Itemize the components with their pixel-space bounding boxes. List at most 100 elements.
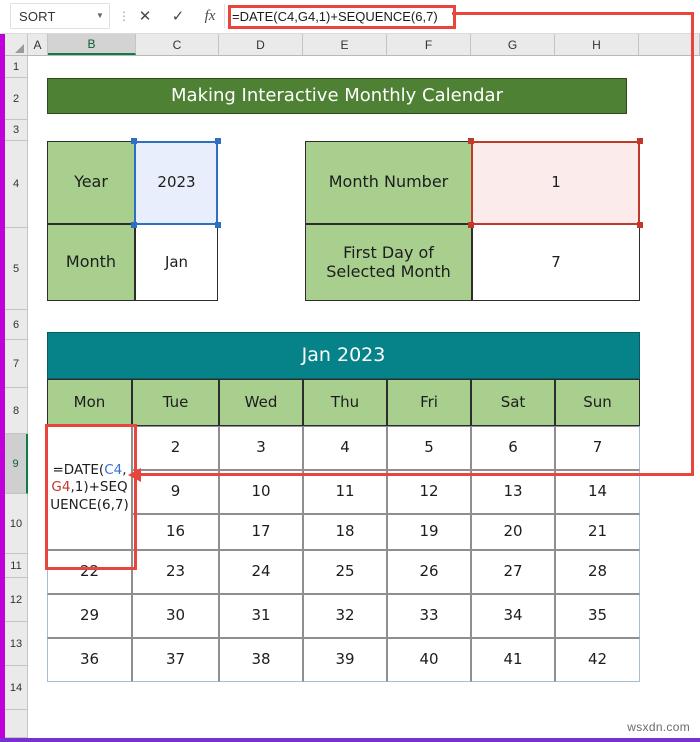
calendar-cell[interactable]: 35 — [555, 594, 640, 638]
calendar-cell[interactable]: 14 — [555, 470, 640, 514]
calendar-cell[interactable]: 2 — [132, 426, 219, 470]
selection-handle-red-tl[interactable] — [468, 138, 474, 144]
calendar-cell[interactable]: 16 — [132, 514, 219, 550]
editing-cell-b9[interactable]: =DATE(C4,G4,1)+SEQUENCE(6,7) — [47, 426, 132, 550]
column-header-a[interactable]: A — [28, 34, 48, 55]
calendar-cell[interactable]: 26 — [387, 550, 471, 594]
calendar-cell[interactable]: 27 — [471, 550, 555, 594]
calendar-cell[interactable]: 6 — [471, 426, 555, 470]
calendar-cell[interactable]: 11 — [303, 470, 387, 514]
calendar-cell[interactable]: 22 — [47, 550, 132, 594]
name-box[interactable]: SORT ▼ — [10, 3, 110, 29]
row-header-7[interactable]: 7 — [5, 340, 28, 388]
calendar-cell[interactable]: 33 — [387, 594, 471, 638]
calendar-cell[interactable]: 9 — [132, 470, 219, 514]
calendar-cell[interactable]: 23 — [132, 550, 219, 594]
cancel-icon[interactable]: ✕ — [133, 4, 157, 28]
row-header-9[interactable]: 9 — [5, 434, 28, 494]
year-label: Year — [47, 141, 135, 224]
calendar-cell[interactable]: 18 — [303, 514, 387, 550]
calendar-cell[interactable]: 39 — [303, 638, 387, 682]
calendar-cell[interactable]: 19 — [387, 514, 471, 550]
calendar-cell[interactable]: 41 — [471, 638, 555, 682]
calendar-cell[interactable]: 3 — [219, 426, 303, 470]
column-header-f[interactable]: F — [387, 34, 471, 55]
worksheet-title-banner: Making Interactive Monthly Calendar — [47, 78, 627, 114]
calendar-cell[interactable]: 30 — [132, 594, 219, 638]
calendar-cell[interactable]: 21 — [555, 514, 640, 550]
select-all-triangle-icon — [15, 44, 24, 53]
row-header-6[interactable]: 6 — [5, 310, 28, 340]
row-header-13[interactable]: 13 — [5, 622, 28, 666]
calendar-cell[interactable]: 10 — [219, 470, 303, 514]
formula-token-3: G4 — [51, 479, 71, 496]
calendar-title: Jan 2023 — [47, 332, 640, 379]
selection-handle-red-bl[interactable] — [468, 222, 474, 228]
row-header-2[interactable]: 2 — [5, 78, 28, 120]
calendar-cell[interactable]: 31 — [219, 594, 303, 638]
confirm-check-icon[interactable]: ✓ — [166, 4, 190, 28]
worksheet-surface: Making Interactive Monthly Calendar Year… — [28, 56, 700, 738]
row-header-8[interactable]: 8 — [5, 388, 28, 434]
calendar-cell[interactable]: 34 — [471, 594, 555, 638]
calendar-cell[interactable]: 28 — [555, 550, 640, 594]
calendar-cell[interactable]: 29 — [47, 594, 132, 638]
calendar-cell[interactable]: 17 — [219, 514, 303, 550]
calendar-cell[interactable]: 13 — [471, 470, 555, 514]
month-number-value-cell[interactable]: 1 — [472, 141, 640, 224]
month-label: Month — [47, 224, 135, 301]
excel-window: SORT ▼ ⋮ ✕ ✓ fx =DATE(C4,G4,1)+SEQUENCE(… — [0, 0, 700, 742]
more-options-icon[interactable]: ⋮ — [118, 8, 130, 24]
selection-handle-blue-tl[interactable] — [131, 138, 137, 144]
calendar-cell[interactable]: 36 — [47, 638, 132, 682]
selection-handle-blue-bl[interactable] — [131, 222, 137, 228]
calendar-cell[interactable]: 40 — [387, 638, 471, 682]
annotation-arrow-head-icon — [128, 468, 141, 482]
calendar-cell[interactable]: 25 — [303, 550, 387, 594]
day-header-tue: Tue — [132, 379, 219, 426]
row-header-14[interactable]: 14 — [5, 666, 28, 710]
calendar-cell[interactable]: 20 — [471, 514, 555, 550]
selection-handle-red-tr[interactable] — [637, 138, 643, 144]
row-header-4[interactable]: 4 — [5, 141, 28, 228]
month-value-cell[interactable]: Jan — [135, 224, 218, 301]
select-all-corner[interactable] — [5, 34, 28, 55]
row-header-3[interactable]: 3 — [5, 120, 28, 141]
formula-bar-divider — [224, 4, 225, 28]
formula-token-1: C4 — [104, 462, 123, 479]
window-edge-bottom — [0, 738, 700, 742]
calendar-cell[interactable]: 42 — [555, 638, 640, 682]
chevron-down-icon[interactable]: ▼ — [91, 12, 109, 20]
editing-cell-formula: =DATE(C4,G4,1)+SEQUENCE(6,7) — [49, 462, 130, 514]
insert-function-icon[interactable]: fx — [198, 4, 222, 28]
column-header-b[interactable]: B — [48, 34, 136, 55]
column-header-h[interactable]: H — [555, 34, 639, 55]
formula-bar: SORT ▼ ⋮ ✕ ✓ fx =DATE(C4,G4,1)+SEQUENCE(… — [0, 0, 700, 34]
row-header-12[interactable]: 12 — [5, 578, 28, 622]
row-header-10[interactable]: 10 — [5, 494, 28, 554]
day-header-sat: Sat — [471, 379, 555, 426]
formula-input[interactable]: =DATE(C4,G4,1)+SEQUENCE(6,7) — [232, 5, 692, 28]
calendar-cell[interactable]: 38 — [219, 638, 303, 682]
first-day-label-text: First Day of Selected Month — [326, 243, 451, 281]
column-header-d[interactable]: D — [219, 34, 303, 55]
calendar-cell[interactable]: 7 — [555, 426, 640, 470]
row-header-overflow — [5, 710, 28, 738]
column-header-c[interactable]: C — [136, 34, 219, 55]
selection-handle-blue-br[interactable] — [215, 222, 221, 228]
row-header-1[interactable]: 1 — [5, 56, 28, 78]
column-header-g[interactable]: G — [471, 34, 555, 55]
calendar-cell[interactable]: 12 — [387, 470, 471, 514]
calendar-cell[interactable]: 4 — [303, 426, 387, 470]
calendar-cell[interactable]: 24 — [219, 550, 303, 594]
selection-handle-red-br[interactable] — [637, 222, 643, 228]
column-header-e[interactable]: E — [303, 34, 387, 55]
row-header-5[interactable]: 5 — [5, 228, 28, 310]
calendar-cell[interactable]: 32 — [303, 594, 387, 638]
row-header-11[interactable]: 11 — [5, 554, 28, 578]
year-value-cell[interactable]: 2023 — [135, 141, 218, 224]
first-day-value-cell[interactable]: 7 — [472, 224, 640, 301]
calendar-cell[interactable]: 5 — [387, 426, 471, 470]
calendar-cell[interactable]: 37 — [132, 638, 219, 682]
selection-handle-blue-tr[interactable] — [215, 138, 221, 144]
